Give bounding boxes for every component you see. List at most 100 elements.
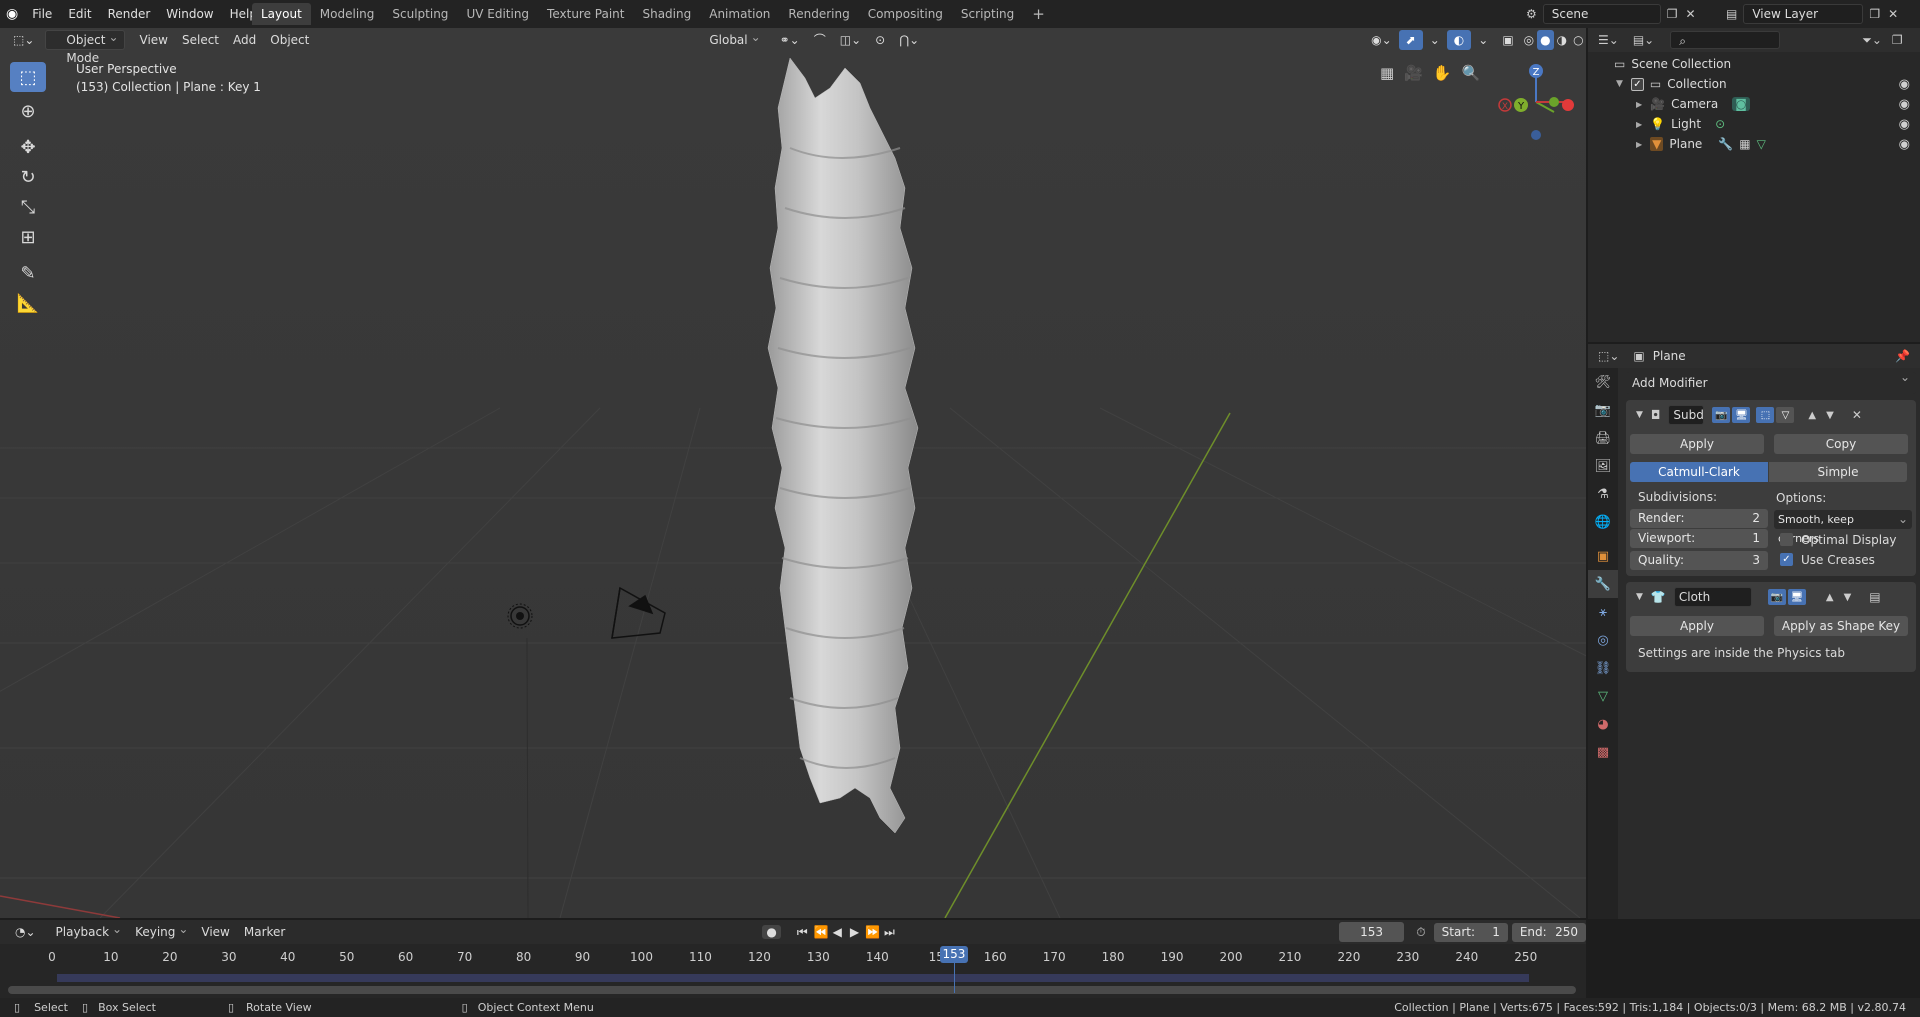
subsurf-copy-button[interactable]: Copy xyxy=(1774,434,1908,454)
realtime-toggle-icon[interactable]: 🖥 xyxy=(1732,407,1751,423)
pivot-icon[interactable]: ⚭⌄ xyxy=(773,30,807,50)
mode-dropdown[interactable]: Object Mode xyxy=(45,28,125,65)
delete-view-layer-icon[interactable]: ✕ xyxy=(1888,7,1898,21)
tab-sculpting[interactable]: Sculpting xyxy=(383,3,457,25)
menu-object[interactable]: Object xyxy=(263,30,316,50)
filter-icon[interactable]: ⏷⌄ xyxy=(1862,33,1882,48)
collapse-arrow-icon[interactable]: ▼ xyxy=(1636,592,1643,602)
remove-modifier-icon[interactable]: ✕ xyxy=(1852,408,1862,422)
timeline-scrollbar[interactable] xyxy=(8,986,1576,994)
timeline-frames[interactable]: 0 10 20 30 40 50 60 70 80 90 100 110 120 130 140 15 160 1… xyxy=(0,944,1586,998)
view-layer-tab-icon[interactable]: 🖼 xyxy=(1588,452,1618,480)
uv-smooth-dropdown[interactable]: Smooth, keep corners ⌄ xyxy=(1774,509,1912,545)
render-toggle-icon[interactable]: 📷 xyxy=(1712,407,1731,423)
display-mode-icon[interactable]: ▤⌄ xyxy=(1633,33,1654,47)
visibility-icon[interactable]: ◉⌄ xyxy=(1364,30,1399,50)
cage-toggle-icon[interactable]: ▽ xyxy=(1776,407,1795,423)
apply-as-shape-key-button[interactable]: Apply as Shape Key xyxy=(1774,616,1908,636)
tab-scripting[interactable]: Scripting xyxy=(952,3,1023,25)
eye-icon[interactable]: ◉ xyxy=(1899,97,1910,112)
pan-view-icon[interactable]: ✋ xyxy=(1433,64,1452,82)
toggle-ortho-icon[interactable]: ▦ xyxy=(1380,64,1394,82)
blender-logo-icon[interactable]: ◉ xyxy=(6,6,18,22)
tool-tab-icon[interactable]: 🛠 xyxy=(1588,368,1618,396)
outliner-editor-type-icon[interactable]: ☰⌄ xyxy=(1598,33,1619,47)
shape-key-icon[interactable]: ▦ xyxy=(1739,137,1750,151)
eye-icon[interactable]: ◉ xyxy=(1899,117,1910,132)
object-tab-icon[interactable]: ▣ xyxy=(1588,542,1618,570)
material-shading-icon[interactable]: ◑ xyxy=(1554,30,1570,50)
move-up-icon[interactable]: ▲ xyxy=(1826,592,1834,603)
particles-tab-icon[interactable]: ⚹ xyxy=(1588,598,1618,626)
menu-render[interactable]: Render xyxy=(100,0,159,28)
constraints-tab-icon[interactable]: ⛓ xyxy=(1588,654,1618,682)
move-up-icon[interactable]: ▲ xyxy=(1808,410,1816,421)
overlay-dropdown-icon[interactable]: ⌄ xyxy=(1471,30,1495,50)
cloth-apply-button[interactable]: Apply xyxy=(1630,616,1764,636)
modifier-menu-icon[interactable]: ▤ xyxy=(1869,590,1880,604)
tab-layout[interactable]: Layout xyxy=(252,3,311,25)
render-toggle-icon[interactable]: 📷 xyxy=(1767,589,1786,605)
scene-tab-icon[interactable]: ⚗ xyxy=(1588,480,1618,508)
pin-icon[interactable]: 📌 xyxy=(1895,349,1910,363)
modifier-tab-icon[interactable]: 🔧 xyxy=(1588,570,1618,598)
expand-arrow-icon[interactable]: ▼ xyxy=(1616,79,1623,89)
subsurf-name-field[interactable]: Subd xyxy=(1668,405,1705,425)
render-tab-icon[interactable]: 📷 xyxy=(1588,396,1618,424)
properties-editor-type-icon[interactable]: ⬚⌄ xyxy=(1598,349,1619,363)
falloff-icon[interactable]: ⋂⌄ xyxy=(892,30,926,50)
physics-tab-icon[interactable]: ◎ xyxy=(1588,626,1618,654)
outliner-search-input[interactable]: ⌕ xyxy=(1670,31,1781,49)
snap-target-icon[interactable]: ◫⌄ xyxy=(833,30,868,50)
tab-compositing[interactable]: Compositing xyxy=(859,3,952,25)
axis-gizmo[interactable]: Z Y X xyxy=(1496,58,1576,148)
tab-texture-paint[interactable]: Texture Paint xyxy=(538,3,633,25)
add-modifier-dropdown[interactable]: Add Modifier ⌄ xyxy=(1626,370,1916,394)
modifier-wrench-icon[interactable]: 🔧 xyxy=(1718,137,1733,151)
catmull-clark-button[interactable]: Catmull-Clark xyxy=(1630,462,1768,482)
editor-type-icon[interactable]: ⬚⌄ xyxy=(6,30,41,50)
simple-button[interactable]: Simple xyxy=(1769,462,1907,482)
menu-view[interactable]: View xyxy=(133,30,175,50)
eye-icon[interactable]: ◉ xyxy=(1899,137,1910,152)
editmode-toggle-icon[interactable]: ⬚ xyxy=(1756,407,1775,423)
expand-arrow-icon[interactable]: ▶ xyxy=(1636,100,1642,109)
new-collection-icon[interactable]: ❐ xyxy=(1892,33,1903,47)
tree-item-plane[interactable]: ▶ ▼ Plane 🔧 ▦ ▽ ◉ xyxy=(1588,134,1920,154)
3d-viewport[interactable]: ⬚⌄ Object Mode View Select Add Object Gl… xyxy=(0,28,1586,918)
light-data-icon[interactable]: ⊙ xyxy=(1715,117,1725,131)
measure-tool-icon[interactable]: 📐 xyxy=(10,288,46,318)
expand-arrow-icon[interactable]: ▶ xyxy=(1636,120,1642,129)
checkbox-box[interactable]: ✓ xyxy=(1780,553,1793,566)
menu-edit[interactable]: Edit xyxy=(60,0,99,28)
eye-icon[interactable]: ◉ xyxy=(1899,77,1910,92)
solid-shading-icon[interactable]: ● xyxy=(1537,30,1554,50)
cursor-tool-icon[interactable]: ⊕ xyxy=(10,96,46,126)
collapse-arrow-icon[interactable]: ▼ xyxy=(1636,410,1643,420)
cloth-name-field[interactable]: Cloth xyxy=(1673,587,1752,607)
world-tab-icon[interactable]: 🌐 xyxy=(1588,508,1618,536)
menu-select[interactable]: Select xyxy=(175,30,226,50)
viewport-levels-field[interactable]: Viewport: 1 xyxy=(1630,529,1768,548)
move-tool-icon[interactable]: ✥ xyxy=(10,132,46,162)
zoom-view-icon[interactable]: 🔍 xyxy=(1462,64,1481,82)
collection-checkbox[interactable]: ✓ xyxy=(1630,77,1644,91)
view-layer-field[interactable]: View Layer xyxy=(1743,4,1864,24)
menu-add[interactable]: Add xyxy=(226,30,263,50)
menu-file[interactable]: File xyxy=(24,0,60,28)
render-levels-field[interactable]: Render: 2 xyxy=(1630,509,1768,528)
tab-animation[interactable]: Animation xyxy=(700,3,779,25)
checkbox-box[interactable] xyxy=(1780,533,1793,546)
orientation-dropdown[interactable]: Global xyxy=(686,28,766,50)
add-workspace-button[interactable]: + xyxy=(1023,3,1054,25)
transform-tool-icon[interactable]: ⊞ xyxy=(10,222,46,252)
use-creases-checkbox[interactable]: ✓ Use Creases xyxy=(1774,550,1912,570)
view-layer-icon[interactable]: ▤ xyxy=(1726,7,1737,21)
data-tab-icon[interactable]: ▽ xyxy=(1588,682,1618,710)
camera-data-icon[interactable]: ◙ xyxy=(1732,97,1750,111)
proportional-edit-icon[interactable]: ⊙ xyxy=(868,30,892,50)
menu-window[interactable]: Window xyxy=(158,0,221,28)
tab-uv-editing[interactable]: UV Editing xyxy=(457,3,538,25)
material-tab-icon[interactable]: ◕ xyxy=(1588,710,1618,738)
rendered-shading-icon[interactable]: ○ xyxy=(1570,30,1586,50)
